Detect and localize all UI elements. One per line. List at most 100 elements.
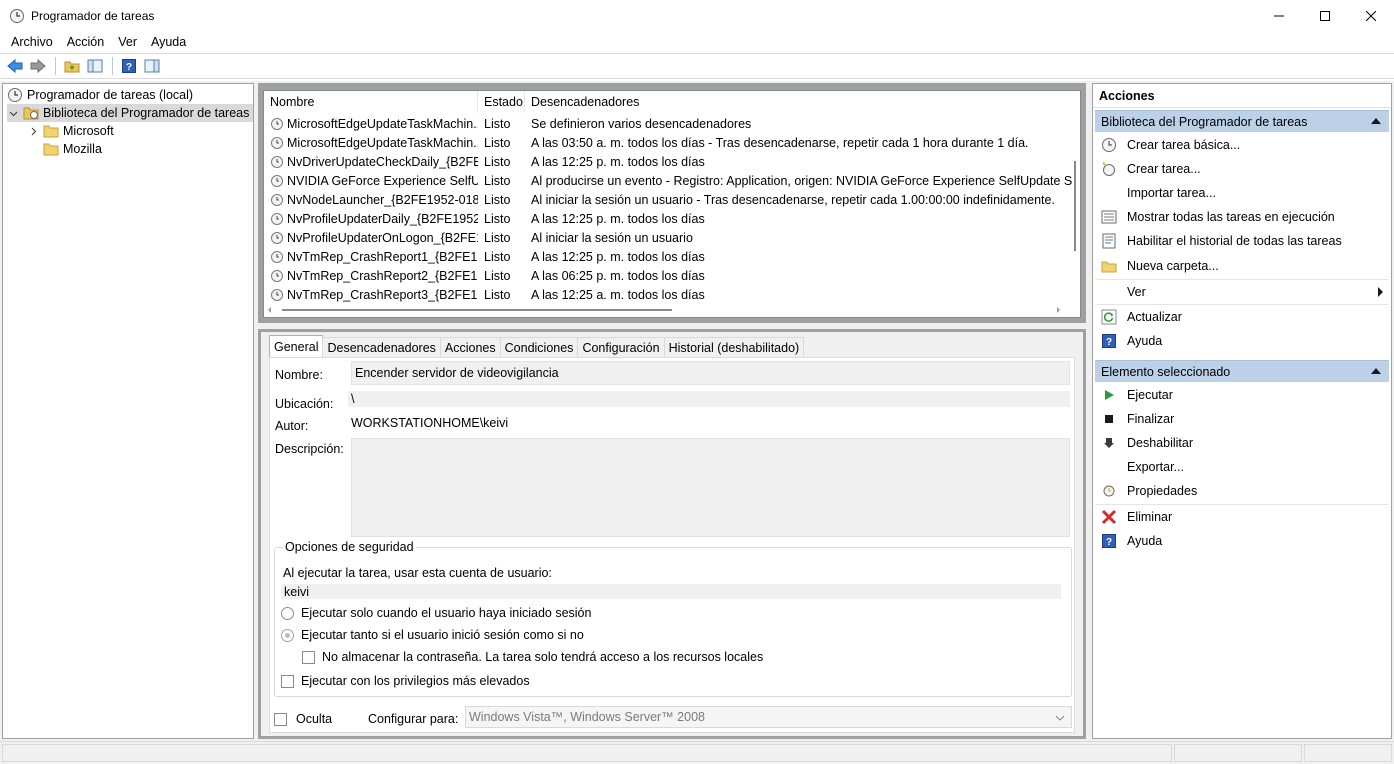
delete-icon — [1101, 509, 1117, 525]
table-row[interactable]: NvTmRep_CrashReport1_{B2FE195... Listo A l… — [264, 247, 1072, 266]
author-value: WORKSTATIONHOME\keivi — [348, 414, 1070, 432]
action-refresh[interactable]: Actualizar — [1095, 304, 1389, 328]
help-icon: ? — [1101, 533, 1117, 549]
task-name-cell: NvDriverUpdateCheckDaily_{B2FE... — [270, 152, 478, 171]
task-list-pane: Nombre Estado Desencadenadores Microsoft… — [258, 83, 1086, 323]
chevron-down-icon[interactable] — [7, 105, 19, 121]
horizontal-scrollbar[interactable] — [264, 303, 1072, 317]
task-trigger: A las 12:25 p. m. todos los días — [531, 154, 705, 169]
tab-actions[interactable]: Acciones — [439, 337, 501, 357]
actions-section-library[interactable]: Biblioteca del Programador de tareas — [1095, 110, 1389, 132]
action-label: Crear tarea... — [1127, 162, 1201, 176]
tree-item-microsoft[interactable]: Microsoft — [27, 122, 114, 140]
show-hide-action-pane-button[interactable] — [141, 56, 163, 76]
action-end[interactable]: Finalizar — [1095, 407, 1389, 431]
help-button[interactable]: ? — [118, 56, 140, 76]
task-trigger: A las 12:25 p. m. todos los días — [531, 211, 705, 226]
tab-conditions[interactable]: Condiciones — [499, 337, 579, 357]
action-properties[interactable]: Propiedades — [1095, 479, 1389, 503]
tree-item-mozilla[interactable]: Mozilla — [43, 140, 102, 158]
configure-for-select[interactable]: Windows Vista™, Windows Server™ 2008 — [465, 706, 1072, 728]
scrollbar-thumb[interactable] — [1074, 161, 1076, 251]
action-help-library[interactable]: ? Ayuda — [1095, 329, 1389, 353]
svg-text:?: ? — [126, 62, 132, 73]
description-label: Descripción: — [275, 442, 344, 456]
menu-ayuda[interactable]: Ayuda — [144, 35, 193, 49]
menu-archivo[interactable]: Archivo — [4, 35, 60, 49]
menu-ver[interactable]: Ver — [111, 35, 144, 49]
action-label: Ayuda — [1127, 334, 1163, 348]
security-options-group: Opciones de seguridad Al ejecutar la tar… — [274, 540, 1072, 697]
checkbox-hidden[interactable] — [274, 713, 287, 726]
column-header-status[interactable]: Estado — [478, 91, 525, 113]
action-view[interactable]: Ver — [1095, 279, 1389, 303]
table-row[interactable]: NvProfileUpdaterDaily_{B2FE1952-... Listo… — [264, 209, 1072, 228]
task-name-cell: MicrosoftEdgeUpdateTaskMachin... — [270, 133, 478, 152]
action-enable-history[interactable]: Habilitar el historial de todas las tare… — [1095, 229, 1389, 253]
table-row[interactable]: NvDriverUpdateCheckDaily_{B2FE... Listo A … — [264, 152, 1072, 171]
tab-triggers[interactable]: Desencadenadores — [322, 337, 441, 357]
action-new-folder[interactable]: Nueva carpeta... — [1095, 254, 1389, 278]
checkbox-highest-privileges[interactable] — [281, 675, 294, 688]
action-run[interactable]: Ejecutar — [1095, 383, 1389, 407]
table-row[interactable]: MicrosoftEdgeUpdateTaskMachin... Listo Se … — [264, 114, 1072, 133]
column-header-triggers[interactable]: Desencadenadores — [525, 91, 1072, 113]
up-folder-button[interactable] — [61, 56, 83, 76]
new-folder-icon — [1101, 258, 1117, 274]
action-show-running[interactable]: Mostrar todas las tareas en ejecución — [1095, 205, 1389, 229]
back-button[interactable] — [4, 56, 26, 76]
table-row[interactable]: MicrosoftEdgeUpdateTaskMachin... Listo A l… — [264, 133, 1072, 152]
action-create-task[interactable]: Crear tarea... — [1095, 157, 1389, 181]
tree-item-label: Mozilla — [63, 142, 102, 156]
task-status: Listo — [484, 211, 511, 226]
tree-item-library[interactable]: Biblioteca del Programador de tareas — [7, 104, 254, 122]
radio-logged-on-only[interactable] — [281, 607, 294, 620]
table-row[interactable]: NvProfileUpdaterOnLogon_{B2FE1... Listo Al… — [264, 228, 1072, 247]
action-label: Habilitar el historial de todas las tare… — [1127, 234, 1342, 248]
actions-section-selected[interactable]: Elemento seleccionado — [1095, 360, 1389, 382]
tab-general[interactable]: General — [269, 335, 324, 357]
vertical-scrollbar[interactable] — [1070, 91, 1080, 305]
action-label: Actualizar — [1127, 309, 1182, 324]
scroll-arrows-icon — [268, 307, 1060, 313]
running-tasks-icon — [1101, 209, 1117, 225]
action-delete[interactable]: Eliminar — [1095, 504, 1389, 528]
task-name-field[interactable]: Encender servidor de videovigilancia — [351, 361, 1070, 385]
action-create-basic-task[interactable]: Crear tarea básica... — [1095, 133, 1389, 157]
task-trigger: Al iniciar la sesión un usuario — [531, 230, 693, 245]
forward-arrow-icon — [30, 59, 46, 73]
action-help-selected[interactable]: ? Ayuda — [1095, 529, 1389, 553]
task-trigger: Al producirse un evento - Registro: Appl… — [531, 173, 1072, 188]
table-row[interactable]: NvTmRep_CrashReport3_{B2FE195... Listo A l… — [264, 285, 1072, 304]
chevron-right-icon[interactable] — [27, 123, 39, 139]
radio-run-always[interactable] — [281, 629, 294, 642]
show-hide-tree-button[interactable] — [84, 56, 106, 76]
table-row[interactable]: NVIDIA GeForce Experience SelfUp... Listo… — [264, 171, 1072, 190]
action-disable[interactable]: Deshabilitar — [1095, 431, 1389, 455]
tree-item-local[interactable]: Programador de tareas (local) — [7, 86, 193, 104]
table-row[interactable]: NvTmRep_CrashReport2_{B2FE195... Listo A l… — [264, 266, 1072, 285]
description-field[interactable] — [351, 438, 1070, 537]
task-trigger: Se definieron varios desencadenadores — [531, 116, 752, 131]
checkbox-no-store-password[interactable] — [302, 651, 315, 664]
forward-button[interactable] — [27, 56, 49, 76]
column-header-name[interactable]: Nombre — [264, 91, 478, 113]
table-row[interactable]: NvNodeLauncher_{B2FE1952-0186... Listo Al … — [264, 190, 1072, 209]
folder-icon — [43, 123, 59, 139]
task-clock-icon — [270, 212, 284, 226]
tab-settings[interactable]: Configuración — [577, 337, 665, 357]
menu-accion[interactable]: Acción — [60, 35, 112, 49]
close-button[interactable] — [1348, 0, 1394, 32]
account-label: Al ejecutar la tarea, usar esta cuenta d… — [283, 566, 552, 580]
action-import-task[interactable]: Importar tarea... — [1095, 181, 1389, 205]
task-status: Listo — [484, 173, 511, 188]
console-tree: Programador de tareas (local) Biblioteca… — [2, 83, 254, 739]
task-clock-icon — [270, 288, 284, 302]
task-status: Listo — [484, 230, 511, 245]
action-export[interactable]: Exportar... — [1095, 455, 1389, 479]
minimize-button[interactable] — [1256, 0, 1302, 32]
task-name-cell: NvNodeLauncher_{B2FE1952-0186... — [270, 190, 478, 209]
maximize-button[interactable] — [1302, 0, 1348, 32]
tab-history[interactable]: Historial (deshabilitado) — [663, 337, 805, 357]
task-name-cell: NVIDIA GeForce Experience SelfUp... — [270, 171, 478, 190]
